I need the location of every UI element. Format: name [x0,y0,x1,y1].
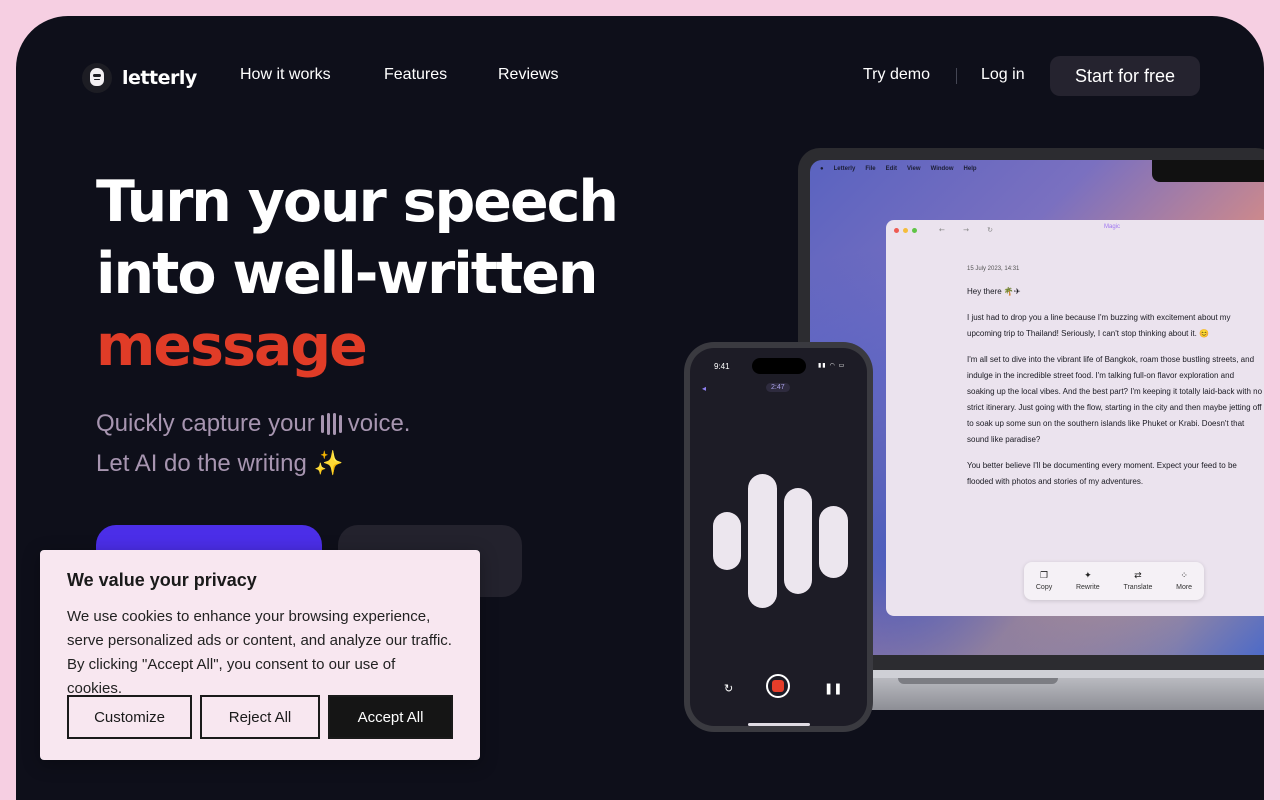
phone-screen: 9:41 ▮▮ ◠ ▭ ◂ 2:47 ↻ ❚❚ [690,348,867,726]
waveform-bar [784,488,812,594]
apple-icon: ● [820,166,824,172]
login-link[interactable]: Log in [981,66,1025,84]
translate-tool: ⇄ Translate [1123,571,1152,591]
copy-tool: ❐ Copy [1036,571,1052,591]
note-toolbar: ❐ Copy ✦ Rewrite ⇄ Translate ⁘ More [1024,562,1204,600]
more-icon: ⁘ [1180,571,1188,581]
more-tool: ⁘ More [1176,571,1192,591]
phone-time: 9:41 [714,362,730,371]
nav-divider [956,68,957,84]
window-title: Magic [1104,224,1121,230]
brand-name: letterly [122,67,197,89]
cookie-title: We value your privacy [67,570,257,590]
hero-subtitle-2: Let AI do the writing ✨ [96,450,344,477]
pause-icon: ❚❚ [824,682,843,695]
waveform-bar [819,506,848,578]
menu-item: Window [930,166,954,172]
subtitle-text-after: voice. [347,410,411,437]
camera-notch [1152,160,1264,182]
note-date: 15 July 2023, 14:31 [967,266,1020,272]
reject-all-button[interactable]: Reject All [200,695,320,739]
tool-label: Copy [1035,584,1053,591]
nav-how-it-works[interactable]: How it works [240,66,331,84]
tool-label: Rewrite [1075,584,1100,591]
menu-item: Edit [885,166,897,172]
note-paragraph: I'm all set to dive into the vibrant lif… [967,355,1263,444]
copy-icon: ❐ [1040,571,1049,581]
dynamic-island [752,358,806,374]
logo-icon [82,63,112,93]
waveform-bar [713,512,741,570]
menu-item: View [907,166,921,172]
brand-logo[interactable]: letterly [82,63,197,93]
home-indicator [748,723,810,726]
record-stop-icon [772,680,784,692]
rewrite-tool: ✦ Rewrite [1076,571,1100,591]
menu-item: Help [963,166,977,172]
note-paragraph: You better believe I'll be documenting e… [967,461,1237,486]
voice-wave-icon [320,413,342,435]
close-dot-icon [894,227,899,233]
laptop-screen: ● Letterly File Edit View Window Help ← … [810,160,1264,655]
cookie-text: We use cookies to enhance your browsing … [67,608,452,697]
hero-title-line2: into well-written [96,241,598,307]
translate-icon: ⇄ [1134,571,1142,581]
nav-features[interactable]: Features [384,66,447,84]
waveform-bar [748,474,777,608]
subtitle-text-before: Quickly capture your [96,410,315,437]
menu-item: File [865,166,876,172]
window-nav-arrows-icon: ← → ↻ [939,226,1002,234]
cookie-banner: We value your privacy We use cookies to … [40,550,480,760]
try-demo-link[interactable]: Try demo [863,66,930,84]
record-button [766,674,790,698]
tool-label: More [1176,584,1193,591]
minimize-dot-icon [903,227,908,233]
cookie-actions: Customize Reject All Accept All [67,695,453,739]
note-greeting: Hey there 🌴✈ [967,287,1021,296]
hero-title-accent: message [96,313,368,379]
app-window: ← → ↻ Magic 15 July 2023, 14:31 Hey ther… [886,220,1264,616]
tool-label: Translate [1123,584,1153,591]
note-document: 15 July 2023, 14:31 Hey there 🌴✈ I just … [967,266,1263,500]
sparkle-icon: ✦ [1084,571,1092,581]
status-icons: ▮▮ ◠ ▭ [818,362,846,369]
nav-reviews[interactable]: Reviews [498,66,558,84]
customize-button[interactable]: Customize [67,695,192,739]
accept-all-button[interactable]: Accept All [328,695,453,739]
note-paragraph: I just had to drop you a line because I'… [967,313,1231,338]
hero-title-line1: Turn your speech [96,169,619,235]
zoom-dot-icon [912,227,917,233]
recording-timer: 2:47 [766,383,790,392]
start-for-free-button[interactable]: Start for free [1050,56,1200,96]
hero-subtitle-1: Quickly capture your voice. [96,410,410,438]
phone-mockup: 9:41 ▮▮ ◠ ▭ ◂ 2:47 ↻ ❚❚ [684,342,873,732]
laptop-hinge [898,678,1058,684]
menu-item: Letterly [833,166,856,172]
back-arrow-icon: ◂ [702,384,707,393]
restart-icon: ↻ [724,682,734,695]
window-titlebar: ← → ↻ [886,220,1264,240]
